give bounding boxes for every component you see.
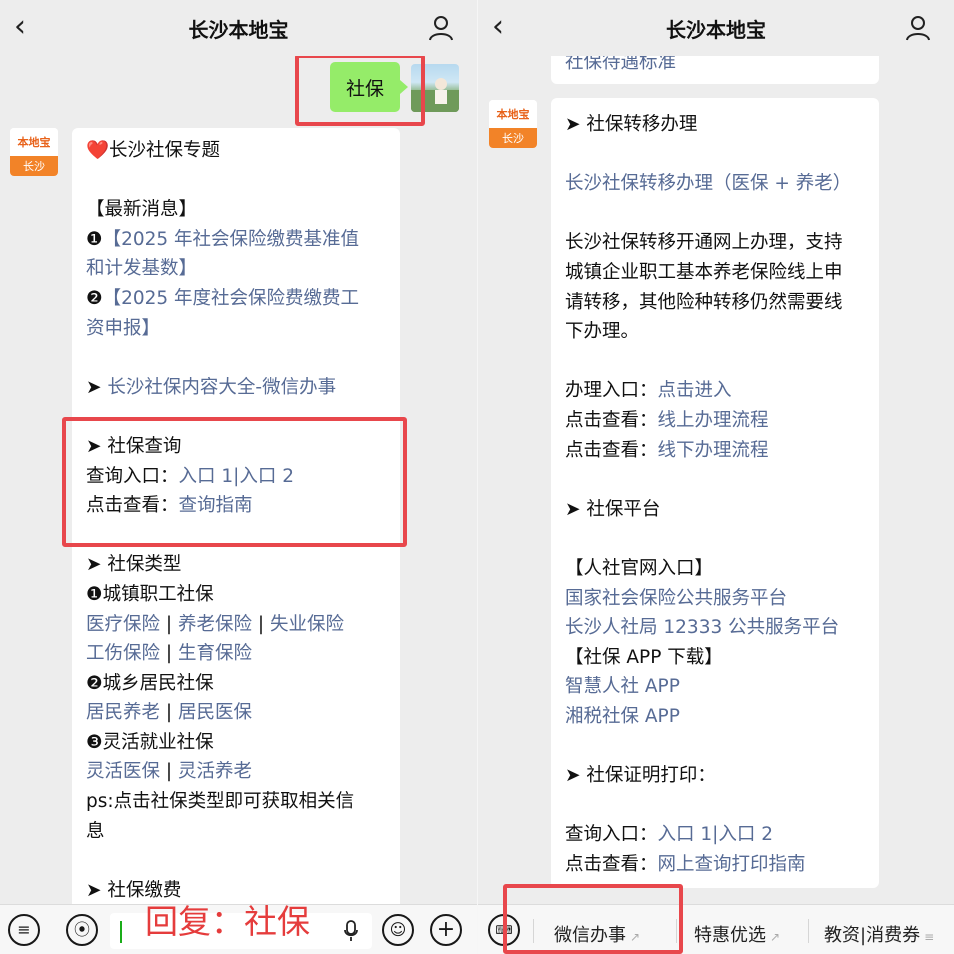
- transfer-link[interactable]: 长沙社保转移办理（医保 + 养老）: [565, 169, 865, 199]
- news-link-2-cont[interactable]: 资申报】: [86, 314, 386, 344]
- highlight-box-menu: [503, 884, 683, 954]
- ps-note-2: 息: [86, 820, 105, 842]
- hr-header: 【人社官网入口】: [565, 557, 714, 579]
- transfer-desc-4: 下办理。: [565, 321, 640, 343]
- highlight-box-message: [295, 54, 425, 126]
- print-title: 社保证明打印：: [586, 765, 716, 787]
- chat-header: ‹ 长沙本地宝: [478, 0, 954, 56]
- print-entry-row: 查询入口：入口 1|入口 2: [565, 824, 774, 846]
- transfer-desc-1: 长沙社保转移开通网上办理，支持: [565, 232, 843, 254]
- arrow-icon: ➤: [86, 879, 102, 901]
- text-caret: [120, 921, 122, 943]
- news-header: 【最新消息】: [86, 199, 198, 221]
- chevron-left-icon[interactable]: ‹: [492, 12, 522, 42]
- app-link-2[interactable]: 湘税社保 APP: [565, 702, 865, 732]
- transfer-title-row: ➤ 社保转移办理: [565, 110, 865, 140]
- account-logo-text: 本地宝: [489, 100, 537, 128]
- chat-title: 长沙本地宝: [188, 17, 289, 42]
- person-icon[interactable]: [904, 14, 932, 42]
- type-1-links-a: 医疗保险 | 养老保险 | 失业保险: [86, 613, 345, 635]
- offline-flow-link[interactable]: 线下办理流程: [658, 440, 769, 461]
- ps-note-1: ps:点击社保类型即可获取相关信: [86, 791, 355, 813]
- transfer-title: 社保转移办理: [586, 114, 698, 135]
- arrow-icon: ➤: [86, 554, 102, 576]
- app-header: 【社保 APP 下载】: [565, 646, 723, 668]
- link-medical[interactable]: 医疗保险: [86, 614, 160, 635]
- type-1-links-b: 工伤保险 | 生育保险: [86, 643, 253, 665]
- types-title: 社保类型: [107, 554, 182, 576]
- account-logo-text: 本地宝: [10, 128, 58, 156]
- type-2-links: 居民养老 | 居民医保: [86, 702, 253, 724]
- arrow-icon: ➤: [565, 114, 581, 135]
- chat-header: ‹ 长沙本地宝: [0, 0, 477, 56]
- news-item-2: ❷【2025 年度社会保险费缴费工: [86, 287, 360, 309]
- handle-entry-link[interactable]: 点击进入: [658, 380, 732, 401]
- voice-icon[interactable]: ⦿: [66, 914, 98, 946]
- transfer-desc-3: 请转移，其他险种转移仍然需要线: [565, 291, 843, 313]
- account-avatar[interactable]: 本地宝 长沙: [489, 100, 537, 148]
- list-icon[interactable]: ≡: [8, 914, 40, 946]
- menu-lines-icon: ≡: [924, 930, 935, 944]
- link-flexible-medical[interactable]: 灵活医保: [86, 761, 160, 782]
- print-entry-2-link[interactable]: 入口 2: [718, 824, 773, 845]
- menu-item-deals[interactable]: 特惠优选 ↗: [694, 921, 780, 947]
- all-content-row: ➤ 长沙社保内容大全-微信办事: [86, 373, 386, 403]
- menu-divider: [808, 919, 809, 943]
- arrow-icon: ➤: [565, 498, 581, 520]
- print-title-row: ➤ 社保证明打印：: [565, 761, 865, 791]
- all-content-link[interactable]: 长沙社保内容大全-微信办事: [107, 377, 336, 398]
- link-resident-pension[interactable]: 居民养老: [86, 702, 160, 723]
- link-pension[interactable]: 养老保险: [178, 614, 252, 635]
- online-flow-row: 点击查看：线上办理流程: [565, 409, 769, 431]
- link-injury[interactable]: 工伤保险: [86, 643, 160, 664]
- reply-bubble: ➤ 社保转移办理 长沙社保转移办理（医保 + 养老） 长沙社保转移开通网上办理，…: [551, 98, 879, 888]
- news-link-1[interactable]: 【2025 年社会保险缴费基准值: [103, 229, 359, 250]
- link-maternity[interactable]: 生育保险: [178, 643, 252, 664]
- types-title-row: ➤ 社保类型: [86, 550, 386, 580]
- print-guide-row: 点击查看：网上查询打印指南: [565, 853, 806, 875]
- left-chat-panel: ‹ 长沙本地宝 社保 本地宝 长沙 ❤️长沙社保专题 【最新消息】 ❶【2025…: [0, 0, 477, 954]
- highlight-box-query: [62, 417, 407, 547]
- account-avatar[interactable]: 本地宝 长沙: [10, 128, 58, 176]
- type-3-links: 灵活医保 | 灵活养老: [86, 761, 253, 783]
- type-3: ❸灵活就业社保: [86, 731, 214, 753]
- topic-title: ❤️长沙社保专题: [86, 140, 221, 161]
- print-guide-link[interactable]: 网上查询打印指南: [658, 854, 806, 875]
- menu-item-label: 教资|消费券: [824, 925, 921, 946]
- person-icon[interactable]: [427, 14, 455, 42]
- account-logo-city: 长沙: [10, 156, 58, 176]
- link-flexible-pension[interactable]: 灵活养老: [178, 761, 252, 782]
- news-link-1-cont[interactable]: 和计发基数】: [86, 254, 386, 284]
- right-chat-panel: ‹ 长沙本地宝 社保待遇标准 本地宝 长沙 ➤ 社保转移办理 长沙社保转移办理（…: [477, 0, 954, 954]
- print-entry-1-link[interactable]: 入口 1: [658, 824, 713, 845]
- news-link-2[interactable]: 【2025 年度社会保险费缴费工: [103, 288, 359, 309]
- online-flow-link[interactable]: 线上办理流程: [658, 410, 769, 431]
- emoji-icon[interactable]: ☺: [382, 914, 414, 946]
- transfer-desc-2: 城镇企业职工基本养老保险线上申: [565, 261, 843, 283]
- chat-title: 长沙本地宝: [666, 17, 766, 42]
- arrow-icon: ➤: [86, 376, 102, 398]
- handle-entry-row: 办理入口：点击进入: [565, 380, 732, 402]
- menu-item-label: 特惠优选: [694, 925, 766, 946]
- link-unemployment[interactable]: 失业保险: [270, 614, 344, 635]
- microphone-icon[interactable]: [344, 920, 358, 942]
- type-1: ❶城镇职工社保: [86, 583, 214, 605]
- news-item-1: ❶【2025 年社会保险缴费基准值: [86, 228, 360, 250]
- platform-title: 社保平台: [586, 498, 661, 520]
- cs-platform-link[interactable]: 长沙人社局 12333 公共服务平台: [565, 613, 865, 643]
- chevron-left-icon[interactable]: ‹: [14, 12, 44, 42]
- reply-instruction: 回复：社保: [145, 902, 310, 941]
- account-logo-city: 长沙: [489, 128, 537, 148]
- link-icon: ↗: [770, 930, 781, 944]
- type-2: ❷城乡居民社保: [86, 672, 214, 694]
- platform-title-row: ➤ 社保平台: [565, 495, 865, 525]
- national-platform-link[interactable]: 国家社会保险公共服务平台: [565, 584, 865, 614]
- app-link-1[interactable]: 智慧人社 APP: [565, 672, 865, 702]
- offline-flow-row: 点击查看：线下办理流程: [565, 439, 769, 461]
- menu-item-coupons[interactable]: 教资|消费券 ≡: [824, 921, 934, 947]
- link-resident-medical[interactable]: 居民医保: [178, 702, 252, 723]
- plus-icon[interactable]: +: [430, 914, 462, 946]
- arrow-icon: ➤: [565, 765, 581, 787]
